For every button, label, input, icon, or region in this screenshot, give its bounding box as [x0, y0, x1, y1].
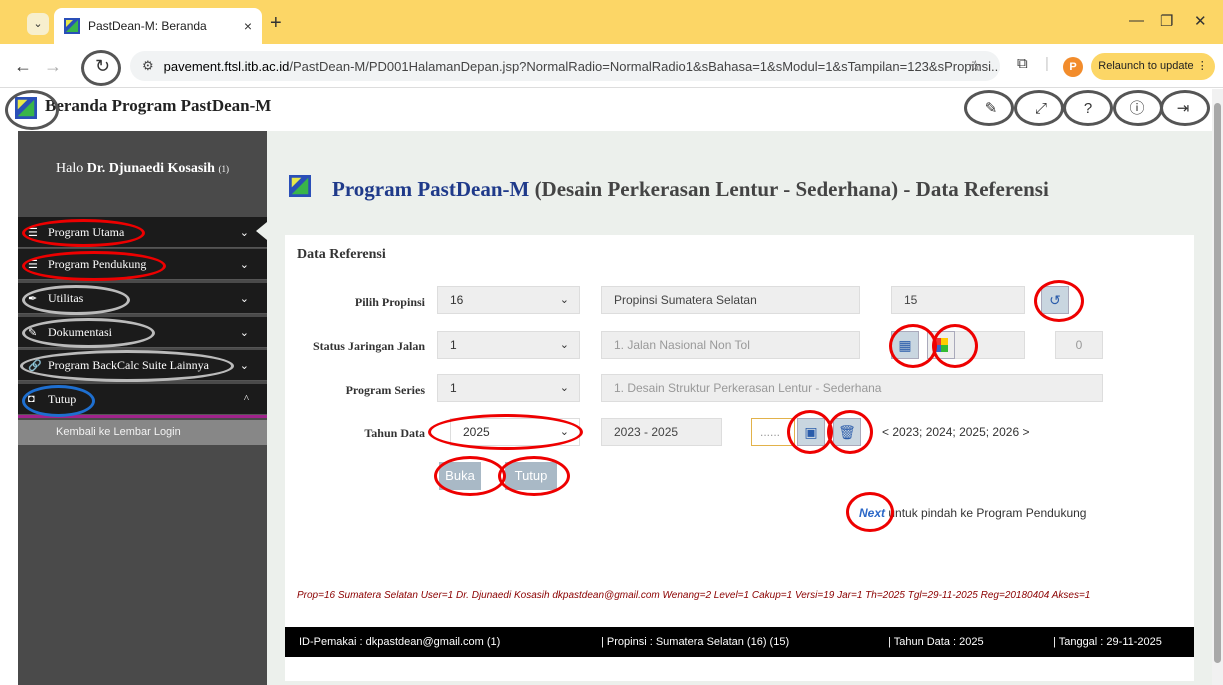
- minimize-icon[interactable]: —: [1129, 12, 1144, 29]
- annotation-ring-trash: [827, 410, 873, 454]
- pastdean-favicon-icon: [64, 18, 80, 34]
- active-menu-pointer: [256, 222, 267, 240]
- annotation-ring-color: [932, 324, 978, 368]
- label-status-jaringan: Status Jaringan Jalan: [312, 339, 425, 353]
- restore-icon[interactable]: ❐: [1160, 12, 1173, 30]
- status-jaringan-name-field: 1. Jalan Nasional Non Tol: [601, 331, 860, 359]
- annotation-ring-logout: [1160, 90, 1210, 126]
- page-title-rest: (Desain Perkerasan Lentur - Sederhana) -…: [529, 177, 1049, 201]
- annotation-ring-next: [846, 492, 894, 532]
- chevron-down-icon: ⌄: [239, 326, 249, 339]
- chevron-down-icon: ⌄: [239, 226, 249, 239]
- window-close-icon[interactable]: ✕: [1194, 12, 1207, 30]
- user-id: (1): [218, 164, 229, 174]
- footer-tahun: | Tahun Data : 2025: [888, 636, 984, 648]
- next-text: untuk pindah ke Program Pendukung: [885, 506, 1087, 520]
- label-program-series: Program Series: [345, 383, 425, 397]
- address-bar[interactable]: ⚙ pavement.ftsl.itb.ac.id /PastDean-M/PD…: [130, 51, 1000, 81]
- session-status-line: Prop=16 Sumatera Selatan User=1 Dr. Djun…: [297, 590, 1091, 601]
- annotation-ring-dokumentasi: [22, 318, 155, 348]
- annotation-ring-backcalc: [20, 350, 234, 382]
- annotation-ring-edit: [964, 90, 1014, 126]
- chevron-down-icon: ⌄: [559, 382, 569, 394]
- chevron-down-icon: ⌄: [559, 294, 569, 306]
- footer-bar: ID-Pemakai : dkpastdean@gmail.com (1) | …: [285, 627, 1194, 657]
- tahun-range-field: 2023 - 2025: [601, 418, 722, 446]
- back-icon[interactable]: ←: [14, 56, 32, 77]
- footer-tanggal: | Tanggal : 29-11-2025: [1053, 636, 1162, 648]
- card-title: Data Referensi: [297, 247, 386, 262]
- annotation-ring-refresh: [1034, 280, 1084, 322]
- main-content: Program PastDean-M (Desain Perkerasan Le…: [267, 131, 1212, 685]
- greeting: Halo Dr. Djunaedi Kosasih (1): [18, 161, 267, 177]
- annotation-ring-fullscreen: [1014, 90, 1064, 126]
- url-domain: pavement.ftsl.itb.ac.id: [163, 58, 290, 74]
- status-jaringan-select[interactable]: 1 ⌄: [437, 331, 580, 359]
- program-logo-icon: [289, 175, 311, 197]
- chevron-down-icon: ⌄: [559, 339, 569, 351]
- annotation-ring-tutup-button: [498, 456, 570, 496]
- label-tahun-data: Tahun Data: [364, 426, 425, 440]
- site-info-icon[interactable]: ⚙: [142, 58, 154, 74]
- chevron-down-icon: ⌄: [239, 258, 249, 271]
- available-years: < 2023; 2024; 2025; 2026 >: [882, 425, 1030, 439]
- scrollbar-thumb[interactable]: [1214, 103, 1221, 663]
- annotation-ring-tutup-menu: [22, 385, 95, 417]
- chevron-up-icon: ^: [243, 393, 249, 405]
- chevron-down-icon: ⌄: [239, 292, 249, 305]
- url-path: /PastDean-M/PD001HalamanDepan.jsp?Normal…: [289, 58, 1000, 74]
- sidebar-subitem-kembali[interactable]: Kembali ke Lembar Login: [18, 420, 267, 445]
- footer-user: ID-Pemakai : dkpastdean@gmail.com (1): [299, 636, 501, 648]
- annotation-ring-logo: [5, 90, 59, 130]
- annotation-ring-buka: [434, 456, 506, 496]
- user-name: Dr. Djunaedi Kosasih: [86, 161, 215, 176]
- relaunch-button[interactable]: Relaunch to update ⋮: [1091, 53, 1215, 80]
- program-series-name-field: 1. Desain Struktur Perkerasan Lentur - S…: [601, 374, 1103, 402]
- browser-tab-strip: ⌄ PastDean-M: Beranda × + — ❐ ✕: [0, 0, 1223, 44]
- propinsi-select[interactable]: 16 ⌄: [437, 286, 580, 314]
- annotation-ring-table: [889, 324, 937, 368]
- propinsi-name-field: Propinsi Sumatera Selatan: [601, 286, 860, 314]
- forward-icon[interactable]: →: [44, 56, 62, 77]
- extensions-icon[interactable]: ⧉: [1017, 55, 1028, 72]
- browser-toolbar: ← → ↻ ⚙ pavement.ftsl.itb.ac.id /PastDea…: [0, 44, 1223, 88]
- annotation-ring-tahun-select: [428, 414, 583, 450]
- footer-propinsi: | Propinsi : Sumatera Selatan (16) (15): [601, 636, 790, 648]
- propinsi-code-field: 15: [891, 286, 1025, 314]
- bookmark-star-icon[interactable]: ☆: [969, 57, 982, 75]
- page-title: Program PastDean-M (Desain Perkerasan Le…: [332, 177, 1049, 202]
- program-series-select[interactable]: 1 ⌄: [437, 374, 580, 402]
- status-select-value: 1: [450, 338, 457, 352]
- page-title-program: Program PastDean-M: [332, 177, 530, 201]
- annotation-ring-help: [1063, 90, 1113, 126]
- tab-close-icon[interactable]: ×: [244, 18, 252, 34]
- browser-tab[interactable]: PastDean-M: Beranda ×: [54, 8, 262, 44]
- tab-search-chevron-icon[interactable]: ⌄: [27, 13, 49, 35]
- app-title: Beranda Program PastDean-M: [45, 96, 272, 115]
- propinsi-select-value: 16: [450, 293, 464, 307]
- label-propinsi: Pilih Propinsi: [354, 295, 425, 309]
- new-tab-button[interactable]: +: [270, 12, 282, 35]
- tab-title: PastDean-M: Beranda: [88, 19, 207, 33]
- chevron-down-icon: ⌄: [239, 359, 249, 372]
- annotation-ring-reload: [81, 50, 121, 86]
- page-scrollbar[interactable]: [1212, 89, 1223, 685]
- annotation-ring-program-pendukung: [22, 251, 166, 281]
- status-value-field: 0: [1055, 331, 1103, 359]
- greeting-prefix: Halo: [56, 161, 87, 176]
- profile-avatar[interactable]: P: [1063, 57, 1083, 77]
- annotation-ring-program-utama: [22, 219, 145, 247]
- series-select-value: 1: [450, 381, 457, 395]
- annotation-ring-utilitas: [22, 285, 130, 315]
- annotation-ring-info: [1113, 90, 1163, 126]
- toolbar-divider: |: [1045, 55, 1049, 72]
